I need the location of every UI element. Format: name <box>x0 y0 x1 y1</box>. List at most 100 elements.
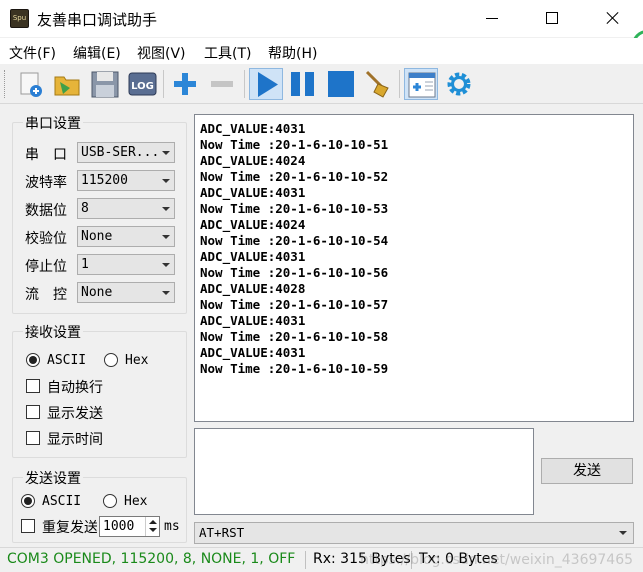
parity-label: 校验位 <box>25 231 67 247</box>
auto-wrap-label: 自动换行 <box>47 380 103 396</box>
settings-gear-icon[interactable] <box>442 68 476 100</box>
serial-settings-title: 串口设置 <box>23 113 83 133</box>
command-history-select[interactable]: AT+RST <box>194 522 634 544</box>
toolbar-separator <box>244 70 245 98</box>
port-select-value: USB-SER... <box>81 145 160 160</box>
receive-line: ADC_VALUE:4031 <box>200 313 306 328</box>
receive-line: ADC_VALUE:4031 <box>200 185 306 200</box>
status-bar: COM3 OPENED, 115200, 8, NONE, 1, OFF Rx:… <box>0 547 643 572</box>
receive-line: Now Time :20-1-6-10-10-57 <box>200 297 389 312</box>
receive-line: ADC_VALUE:4031 <box>200 345 306 360</box>
send-ascii-radio[interactable] <box>21 494 35 508</box>
baud-select[interactable]: 115200 <box>77 170 175 191</box>
receive-line: Now Time :20-1-6-10-10-52 <box>200 169 389 184</box>
command-history-value: AT+RST <box>199 525 245 540</box>
send-settings-group: 发送设置 ASCII Hex 重复发送 1000 ms <box>12 468 187 543</box>
clear-broom-icon[interactable] <box>361 68 395 100</box>
receive-settings-group: 接收设置 ASCII Hex 自动换行 显示发送 显示时间 <box>12 322 187 458</box>
menu-bar: 文件(F) 编辑(E) 视图(V) 工具(T) 帮助(H) <box>0 38 643 64</box>
baud-label: 波特率 <box>25 175 67 191</box>
repeat-send-checkbox[interactable] <box>21 519 35 533</box>
minimize-icon <box>486 18 498 19</box>
open-folder-icon[interactable] <box>50 68 84 100</box>
save-icon[interactable] <box>88 68 122 100</box>
receive-line: Now Time :20-1-6-10-10-59 <box>200 361 389 376</box>
show-send-label: 显示发送 <box>47 406 103 422</box>
menu-help[interactable]: 帮助(H) <box>268 43 317 63</box>
chevron-down-icon <box>162 207 170 211</box>
auto-wrap-checkbox[interactable] <box>26 379 40 393</box>
toolbar: LOG <box>0 64 643 104</box>
maximize-button[interactable] <box>530 0 576 37</box>
chevron-down-icon <box>162 263 170 267</box>
port-label: 串 口 <box>25 147 67 163</box>
toolbar-separator <box>163 70 164 98</box>
window-title: 友善串口调试助手 <box>37 11 158 29</box>
add-icon[interactable] <box>168 68 202 100</box>
menu-file[interactable]: 文件(F) <box>9 43 56 63</box>
minimize-button[interactable] <box>470 0 516 37</box>
layout-icon[interactable] <box>404 68 438 100</box>
baud-select-value: 115200 <box>81 173 128 188</box>
receive-line: Now Time :20-1-6-10-10-53 <box>200 201 389 216</box>
data-bits-select-value: 8 <box>81 201 89 216</box>
chevron-down-icon <box>149 528 157 532</box>
app-icon: Spu <box>10 9 29 28</box>
send-ascii-label: ASCII <box>42 494 82 509</box>
receive-line: Now Time :20-1-6-10-10-54 <box>200 233 389 248</box>
repeat-interval-spinbox[interactable]: 1000 <box>99 516 160 537</box>
send-settings-title: 发送设置 <box>23 468 83 488</box>
close-button[interactable] <box>590 0 636 37</box>
toolbar-grip[interactable] <box>4 70 7 98</box>
receive-ascii-radio[interactable] <box>26 353 40 367</box>
stop-bits-select[interactable]: 1 <box>77 254 175 275</box>
data-bits-select[interactable]: 8 <box>77 198 175 219</box>
stop-bits-label: 停止位 <box>25 259 67 275</box>
stop-icon[interactable] <box>324 68 358 100</box>
flow-select[interactable]: None <box>77 282 175 303</box>
receive-line: Now Time :20-1-6-10-10-58 <box>200 329 389 344</box>
log-icon-label: LOG <box>131 81 154 92</box>
receive-hex-radio[interactable] <box>104 353 118 367</box>
receive-line: Now Time :20-1-6-10-10-51 <box>200 137 389 152</box>
chevron-up-icon <box>149 520 157 524</box>
send-hex-label: Hex <box>124 494 148 509</box>
receive-settings-title: 接收设置 <box>23 322 83 342</box>
port-status-text: COM3 OPENED, 115200, 8, NONE, 1, OFF <box>7 551 296 567</box>
parity-select[interactable]: None <box>77 226 175 247</box>
chevron-down-icon <box>162 291 170 295</box>
show-time-label: 显示时间 <box>47 432 103 448</box>
receive-line: Now Time :20-1-6-10-10-56 <box>200 265 389 280</box>
send-hex-radio[interactable] <box>103 494 117 508</box>
chevron-down-icon <box>162 235 170 239</box>
send-button[interactable]: 发送 <box>541 458 633 484</box>
receive-line: ADC_VALUE:4024 <box>200 153 306 168</box>
port-select[interactable]: USB-SER... <box>77 142 175 163</box>
remove-icon[interactable] <box>205 68 239 100</box>
log-icon[interactable]: LOG <box>125 68 159 100</box>
stop-bits-select-value: 1 <box>81 257 89 272</box>
title-bar: Spu 友善串口调试助手 <box>0 0 643 37</box>
repeat-interval-unit: ms <box>164 519 180 534</box>
flow-select-value: None <box>81 285 113 300</box>
new-session-icon[interactable] <box>14 68 48 100</box>
parity-select-value: None <box>81 229 113 244</box>
watermark-text: https://blog.csdn.net/weixin_43697465 <box>360 552 634 568</box>
play-icon[interactable] <box>249 68 283 100</box>
receive-line: ADC_VALUE:4028 <box>200 281 306 296</box>
status-separator <box>305 551 306 569</box>
receive-textarea[interactable]: ADC_VALUE:4031 Now Time :20-1-6-10-10-51… <box>194 114 634 422</box>
menu-edit[interactable]: 编辑(E) <box>73 43 121 63</box>
send-textarea[interactable] <box>194 428 534 515</box>
pause-icon[interactable] <box>286 68 320 100</box>
show-send-checkbox[interactable] <box>26 405 40 419</box>
menu-tools[interactable]: 工具(T) <box>204 43 251 63</box>
flow-label: 流 控 <box>25 287 67 303</box>
menu-view[interactable]: 视图(V) <box>137 43 186 63</box>
spinner-arrows[interactable] <box>145 517 159 536</box>
repeat-interval-value: 1000 <box>103 519 135 534</box>
receive-hex-label: Hex <box>125 353 149 368</box>
repeat-send-label: 重复发送 <box>42 520 97 536</box>
show-time-checkbox[interactable] <box>26 431 40 445</box>
receive-line: ADC_VALUE:4024 <box>200 217 306 232</box>
